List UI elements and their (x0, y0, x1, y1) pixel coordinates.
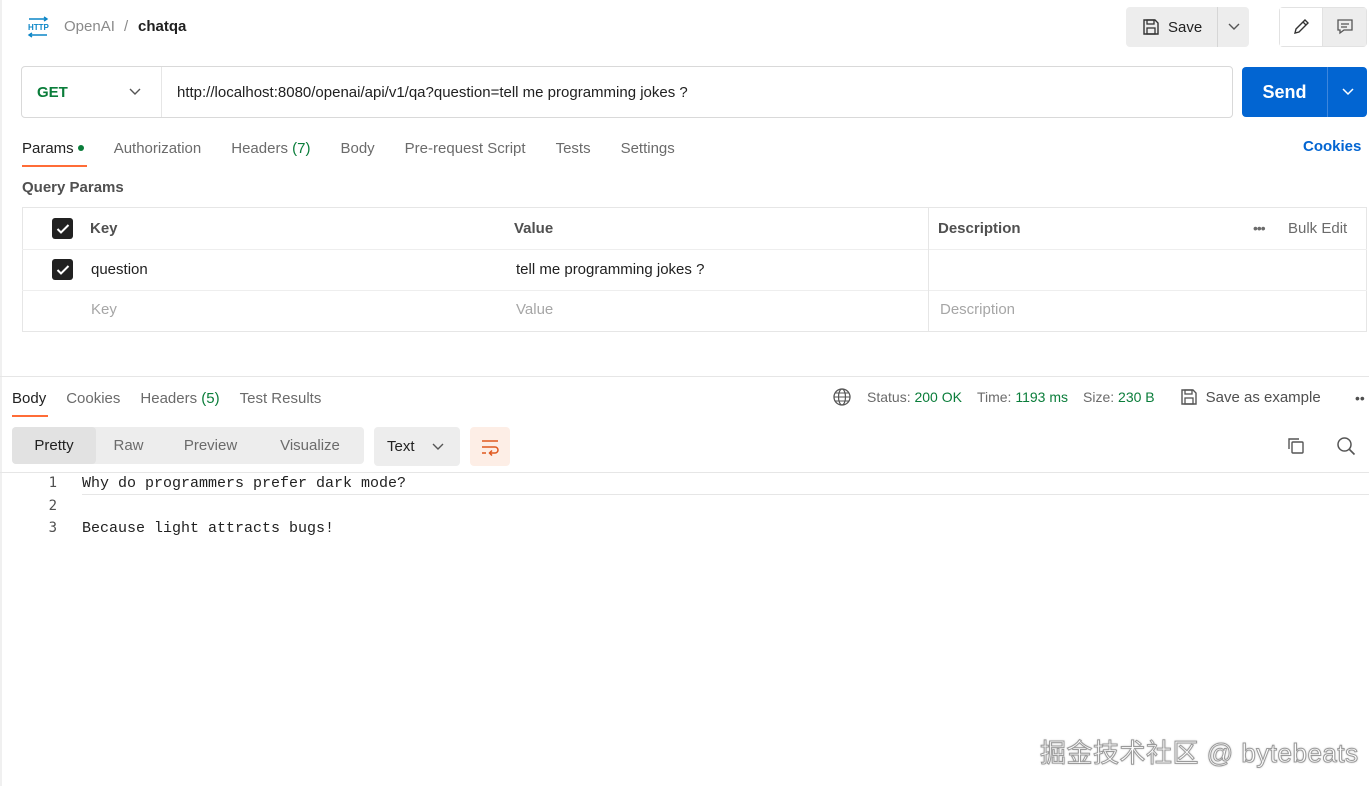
line-number: 1 (48, 475, 57, 491)
breadcrumb-separator: / (124, 18, 129, 35)
save-label: Save (1168, 18, 1203, 36)
watermark-text: 掘金技术社区 @ bytebeats (1040, 738, 1359, 769)
response-headers-count: (5) (201, 389, 220, 407)
more-options-icon[interactable]: ••• (1253, 220, 1266, 236)
svg-text:HTTP: HTTP (28, 23, 50, 32)
response-tab-headers[interactable]: Headers (5) (140, 390, 219, 407)
wrap-lines-button[interactable] (470, 427, 510, 466)
left-edge-border (0, 0, 2, 786)
headers-count: (7) (292, 139, 311, 157)
send-button[interactable]: Send (1242, 67, 1328, 117)
tab-params[interactable]: Params (22, 140, 84, 157)
breadcrumb-parent[interactable]: OpenAI (64, 18, 115, 35)
save-button[interactable]: Save (1126, 7, 1218, 47)
response-tab-headers-label: Headers (140, 389, 198, 407)
request-name[interactable]: chatqa (138, 18, 186, 35)
status-label: Status: (867, 389, 911, 405)
view-mode-preview[interactable]: Preview (161, 427, 260, 464)
table-row-divider (22, 290, 1367, 291)
globe-icon[interactable] (832, 387, 852, 407)
param-key-cell[interactable]: question (91, 261, 148, 278)
send-options-button[interactable] (1328, 67, 1367, 117)
chevron-down-icon (129, 88, 141, 96)
response-tab-body[interactable]: Body (12, 390, 46, 407)
new-param-description-input[interactable]: Description (940, 301, 1015, 318)
tab-params-label: Params (22, 139, 74, 157)
search-icon (1336, 436, 1356, 456)
table-row-divider (22, 249, 1367, 250)
wrap-lines-icon (480, 438, 500, 456)
time-label: Time: (976, 389, 1012, 405)
save-as-example-label: Save as example (1205, 388, 1321, 406)
response-status-bar: Status: 200 OK Time: 1193 ms Size: 230 B… (832, 386, 1321, 408)
pane-divider[interactable] (0, 376, 1369, 377)
param-row-checkbox[interactable] (52, 259, 73, 280)
code-line[interactable]: Because light attracts bugs! (82, 520, 334, 537)
view-mode-pretty[interactable]: Pretty (12, 427, 96, 464)
query-params-title: Query Params (22, 179, 124, 196)
method-label: GET (37, 83, 68, 101)
cookies-link[interactable]: Cookies (1303, 138, 1361, 155)
request-url-bar: GET (21, 66, 1233, 118)
active-response-tab-indicator (12, 415, 48, 417)
check-icon (56, 223, 70, 235)
response-tabs: Body Cookies Headers (5) Test Results (12, 387, 341, 409)
save-icon (1142, 18, 1160, 36)
send-button-group: Send (1242, 67, 1367, 117)
code-line[interactable]: Why do programmers prefer dark mode? (82, 475, 406, 492)
tab-pre-request-script[interactable]: Pre-request Script (405, 140, 526, 157)
line-number: 2 (48, 498, 57, 514)
tab-settings[interactable]: Settings (621, 140, 675, 157)
view-mode-visualize[interactable]: Visualize (260, 427, 360, 464)
column-header-key: Key (90, 220, 118, 237)
param-value-cell[interactable]: tell me programming jokes ? (516, 261, 704, 278)
save-options-button[interactable] (1218, 7, 1249, 47)
tab-tests[interactable]: Tests (556, 140, 591, 157)
chevron-down-icon (432, 443, 444, 451)
active-tab-indicator (22, 165, 87, 167)
tab-headers[interactable]: Headers (7) (231, 140, 310, 157)
header-actions (1279, 7, 1367, 47)
format-label: Text (387, 438, 415, 455)
copy-icon (1286, 436, 1306, 456)
request-tabs: Params Authorization Headers (7) Body Pr… (22, 137, 705, 159)
time-value[interactable]: 1193 ms (1015, 389, 1068, 405)
new-param-value-input[interactable]: Value (516, 301, 553, 318)
params-active-dot (77, 144, 84, 151)
save-as-example-button[interactable]: Save as example (1180, 388, 1321, 406)
save-button-group: Save (1126, 7, 1249, 47)
bulk-edit-link[interactable]: Bulk Edit (1288, 220, 1347, 237)
copy-button[interactable] (1286, 436, 1306, 456)
size-value[interactable]: 230 B (1118, 389, 1155, 405)
line-number: 3 (48, 520, 57, 536)
search-button[interactable] (1336, 436, 1356, 456)
size-label: Size: (1083, 389, 1115, 405)
chevron-down-icon (1341, 88, 1354, 96)
tab-body[interactable]: Body (340, 140, 374, 157)
column-header-value: Value (514, 220, 554, 237)
table-column-divider (928, 208, 929, 331)
comment-icon (1336, 18, 1354, 36)
save-icon (1180, 388, 1198, 406)
status-value: 200 OK (914, 389, 962, 405)
response-tab-test-results[interactable]: Test Results (240, 390, 322, 407)
new-param-key-input[interactable]: Key (91, 301, 117, 318)
more-options-icon[interactable]: •• (1355, 390, 1365, 406)
tab-headers-label: Headers (231, 139, 288, 157)
edit-button[interactable] (1280, 8, 1323, 46)
method-select[interactable]: GET (22, 67, 162, 117)
pencil-icon (1292, 18, 1310, 36)
comments-button[interactable] (1323, 8, 1366, 46)
response-tab-cookies[interactable]: Cookies (66, 390, 120, 407)
chevron-down-icon (1228, 23, 1240, 31)
url-input[interactable] (162, 67, 1232, 117)
view-mode-raw[interactable]: Raw (96, 427, 161, 464)
tab-authorization[interactable]: Authorization (114, 140, 202, 157)
response-format-select[interactable]: Text (374, 427, 460, 466)
response-view-mode: Pretty Raw Preview Visualize (12, 427, 364, 464)
check-icon (56, 264, 70, 276)
select-all-checkbox[interactable] (52, 218, 73, 239)
column-header-description: Description (938, 220, 1021, 237)
http-icon: HTTP (26, 16, 50, 38)
